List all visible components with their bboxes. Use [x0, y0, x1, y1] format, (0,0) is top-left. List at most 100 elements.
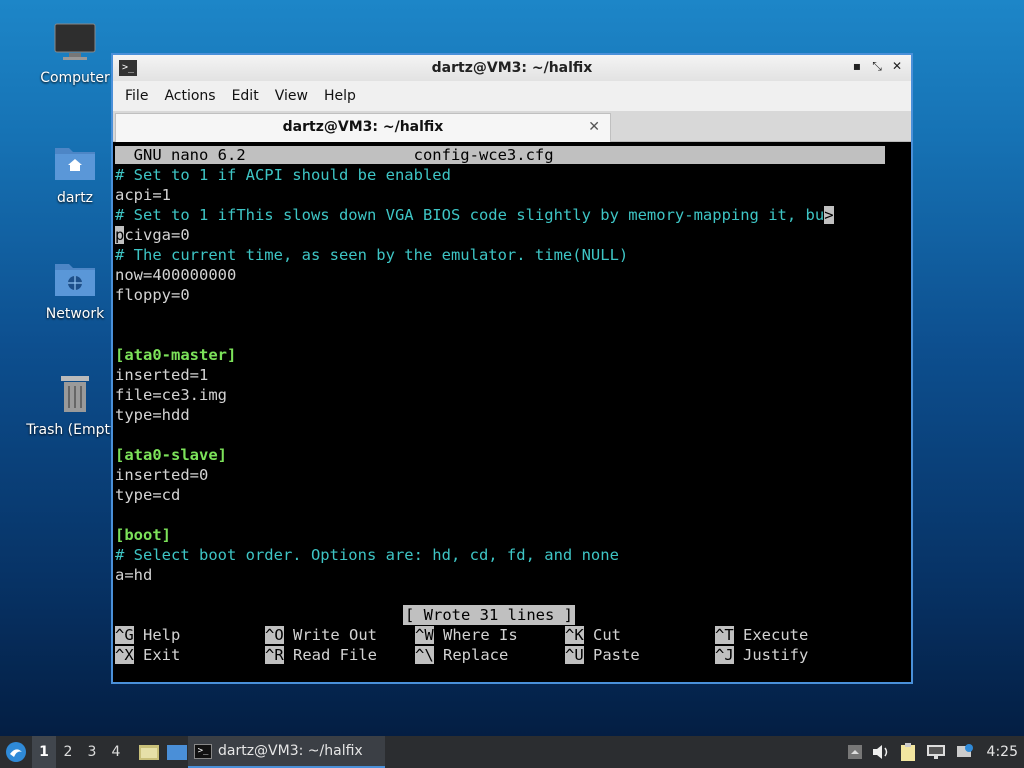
network-folder-icon [55, 264, 95, 296]
workspace-3[interactable]: 3 [80, 744, 104, 760]
shortcut-justify: ^J Justify [715, 645, 808, 665]
desktop-icon-dartz[interactable]: dartz [25, 140, 125, 206]
code-comment: # Set to 1 ifThis slows down VGA BIOS co… [115, 206, 825, 224]
shortcut-exit: ^X Exit [115, 645, 180, 665]
code-line: inserted=0 [115, 466, 209, 484]
code-line: # Select boot order. Options are: hd, cd… [115, 546, 619, 564]
shortcut-label: Exit [143, 646, 181, 664]
shortcut-read-file: ^R Read File [265, 645, 377, 665]
shortcut-key: ^\ [415, 646, 434, 664]
desktop-icon-network[interactable]: Network [25, 256, 125, 322]
shortcut-label: Help [143, 626, 181, 644]
workspace-4[interactable]: 4 [104, 744, 128, 760]
desktop-icon-trash[interactable]: Trash (Empty) [25, 372, 125, 438]
shortcut-label: Write Out [293, 626, 378, 644]
code-line: a=hd [115, 566, 153, 584]
code-line: pcivga=0 [115, 225, 190, 245]
shortcut-paste: ^U Paste [565, 645, 640, 665]
shortcut-key: ^K [565, 626, 584, 644]
volume-icon[interactable] [871, 743, 891, 761]
desktop-icon-computer[interactable]: Computer [25, 22, 125, 86]
notification-icon[interactable] [955, 743, 975, 761]
code-line: now=400000000 [115, 266, 237, 284]
code-line: type=hdd [115, 406, 190, 424]
text-cursor: p [115, 226, 125, 244]
home-folder-icon [55, 148, 95, 180]
shortcut-label: Paste [593, 646, 640, 664]
start-menu-button[interactable] [0, 736, 32, 768]
shortcut-key: ^J [715, 646, 734, 664]
code-text: civga=0 [124, 226, 190, 244]
terminal-area[interactable]: GNU nano 6.2 config-wce3.cfg # Set to 1 … [113, 142, 911, 682]
tab-terminal[interactable]: dartz@VM3: ~/halfix ✕ [115, 113, 611, 142]
shortcut-label: Execute [743, 626, 809, 644]
workspace-2[interactable]: 2 [56, 744, 80, 760]
window-title: dartz@VM3: ~/halfix [431, 60, 593, 76]
computer-icon [54, 23, 96, 60]
desktop-icon-label: Trash (Empty) [26, 422, 124, 438]
code-line: file=ce3.img [115, 386, 227, 404]
menu-edit[interactable]: Edit [224, 88, 267, 104]
system-tray: 4:25 [847, 736, 1024, 768]
code-line: # The current time, as seen by the emula… [115, 246, 629, 264]
desktop-icon-label: dartz [56, 190, 94, 206]
maximize-button[interactable]: ⤡ [869, 59, 885, 74]
shortcut-key: ^O [265, 626, 284, 644]
nano-status: [ Wrote 31 lines ] [403, 605, 575, 625]
code-line: # Set to 1 ifThis slows down VGA BIOS co… [115, 205, 834, 225]
terminal-icon: >_ [119, 60, 137, 76]
network-tray-icon[interactable] [925, 743, 947, 761]
shortcut-label: Where Is [443, 626, 518, 644]
taskbar-task-terminal[interactable]: >_ dartz@VM3: ~/halfix [188, 736, 385, 768]
workspace-1[interactable]: 1 [32, 736, 56, 768]
shortcut-where-is: ^W Where Is [415, 625, 518, 645]
shortcut-label: Read File [293, 646, 378, 664]
tab-close-button[interactable]: ✕ [588, 114, 600, 141]
code-line: floppy=0 [115, 286, 190, 304]
close-button[interactable]: ✕ [889, 59, 905, 73]
lubuntu-logo-icon [6, 742, 26, 762]
shortcut-key: ^W [415, 626, 434, 644]
shortcut-key: ^R [265, 646, 284, 664]
overflow-marker: > [824, 206, 834, 224]
shortcut-label: Justify [743, 646, 809, 664]
code-section: [ata0-master] [115, 346, 237, 364]
menu-actions[interactable]: Actions [156, 88, 223, 104]
terminal-icon: >_ [194, 743, 212, 759]
menu-view[interactable]: View [267, 88, 316, 104]
menu-help[interactable]: Help [316, 88, 364, 104]
code-line: type=cd [115, 486, 181, 504]
shortcut-label: Replace [443, 646, 509, 664]
shortcut-label: Cut [593, 626, 622, 644]
menu-bar: File Actions Edit View Help [113, 81, 911, 111]
desktop-icon-label: Computer [40, 70, 110, 86]
shortcut-execute: ^T Execute [715, 625, 808, 645]
tab-label: dartz@VM3: ~/halfix [282, 119, 444, 135]
code-section: [ata0-slave] [115, 446, 227, 464]
taskbar-task-label: dartz@VM3: ~/halfix [218, 743, 363, 759]
code-line: # Set to 1 if ACPI should be enabled [115, 166, 451, 184]
file-manager-icon[interactable] [138, 742, 160, 762]
shortcut-key: ^U [565, 646, 584, 664]
taskbar: 1 2 3 4 >_ dartz@VM3: ~/halfix 4:25 [0, 736, 1024, 768]
code-section: [boot] [115, 526, 171, 544]
shortcut-key: ^T [715, 626, 734, 644]
shortcut-key: ^X [115, 646, 134, 664]
code-line: acpi=1 [115, 186, 171, 204]
desktop-icon-label: Network [45, 306, 105, 322]
shortcut-help: ^G Help [115, 625, 180, 645]
trash-icon [61, 376, 89, 412]
clipboard-icon[interactable] [899, 742, 917, 762]
shortcut-cut: ^K Cut [565, 625, 621, 645]
clock[interactable]: 4:25 [987, 744, 1018, 760]
menu-file[interactable]: File [117, 88, 156, 104]
terminal-window[interactable]: >_ dartz@VM3: ~/halfix ▪ ⤡ ✕ File Action… [111, 53, 913, 684]
shortcut-write-out: ^O Write Out [265, 625, 377, 645]
tray-expand-icon[interactable] [847, 744, 863, 760]
shortcut-replace: ^\ Replace [415, 645, 508, 665]
tab-bar: dartz@VM3: ~/halfix ✕ [113, 111, 911, 142]
window-titlebar[interactable]: >_ dartz@VM3: ~/halfix ▪ ⤡ ✕ [113, 53, 911, 81]
minimize-button[interactable]: ▪ [849, 59, 865, 73]
shortcut-key: ^G [115, 626, 134, 644]
show-desktop-icon[interactable] [166, 742, 188, 762]
